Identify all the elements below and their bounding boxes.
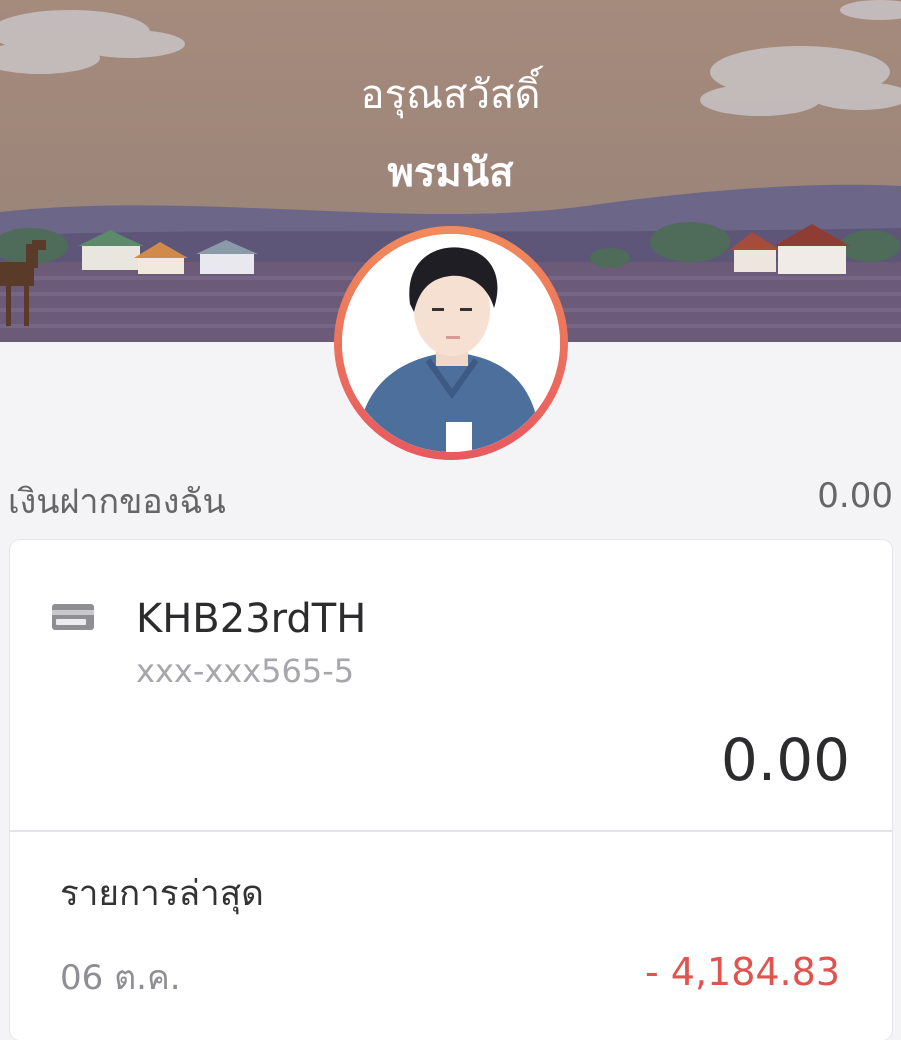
account-balance: 0.00	[720, 726, 850, 794]
profile-photo-illustration	[342, 234, 560, 452]
transaction-date: 06 ต.ค.	[60, 958, 181, 998]
card-icon	[52, 604, 94, 630]
user-name: พรมนัส	[387, 150, 514, 196]
deposit-total: 0.00	[817, 476, 893, 516]
account-card[interactable]: KHB23rdTH xxx-xxx565-5 0.00 รายการล่าสุด…	[10, 540, 892, 1040]
card-divider	[10, 830, 892, 832]
recent-transactions-title: รายการล่าสุด	[60, 874, 264, 914]
avatar-photo	[342, 234, 560, 452]
transaction-amount: - 4,184.83	[644, 950, 840, 994]
greeting-text: อรุณสวัสดิ์	[360, 72, 541, 118]
avatar[interactable]	[334, 226, 568, 460]
deposit-section-label: เงินฝากของฉัน	[8, 482, 226, 522]
account-number: xxx-xxx565-5	[136, 652, 355, 690]
account-name: KHB23rdTH	[136, 596, 367, 642]
